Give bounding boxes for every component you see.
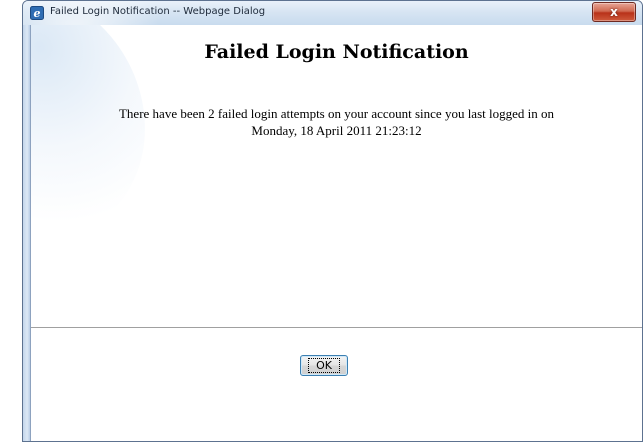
message-line-1: There have been 2 failed login attempts … — [118, 106, 554, 121]
notification-message: There have been 2 failed login attempts … — [51, 105, 622, 139]
dialog-content: Failed Login Notification There have bee… — [30, 25, 642, 441]
window-left-frame — [23, 25, 30, 441]
ie-icon: e — [30, 6, 44, 20]
title-bar[interactable]: e Failed Login Notification -- Webpage D… — [23, 1, 642, 143]
divider — [31, 327, 642, 329]
page-title: Failed Login Notification — [204, 41, 469, 63]
dialog-window: e Failed Login Notification -- Webpage D… — [22, 0, 643, 442]
ok-button[interactable]: OK — [300, 355, 348, 376]
svg-text:e: e — [34, 7, 41, 20]
window-title: Failed Login Notification -- Webpage Dia… — [50, 6, 266, 17]
content-sheen — [31, 25, 191, 286]
message-line-2: Monday, 18 April 2011 21:23:12 — [251, 123, 422, 138]
close-button[interactable]: x — [592, 2, 636, 22]
close-icon: x — [610, 5, 618, 19]
ok-button-label: OK — [308, 358, 340, 373]
